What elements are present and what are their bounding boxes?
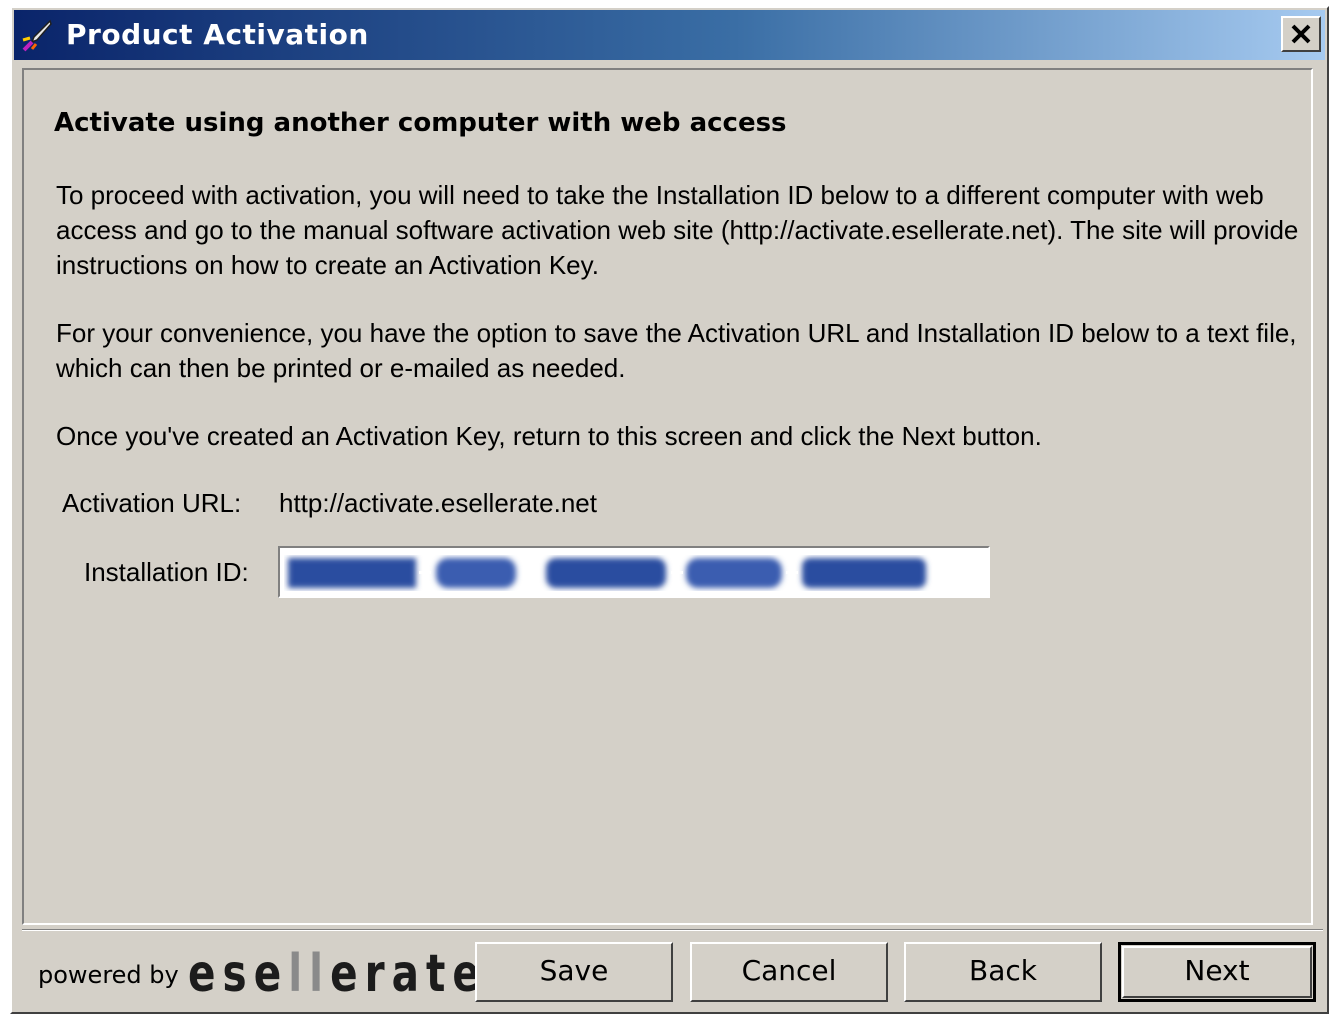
section-heading: Activate using another computer with web… [54,108,787,138]
redacted-installation-id [288,558,926,588]
product-activation-dialog: Product Activation Activate using anothe… [10,6,1329,1014]
rocket-icon [20,18,54,52]
window-title: Product Activation [66,18,369,51]
close-button[interactable] [1281,16,1321,52]
activation-url-label: Activation URL: [62,488,242,518]
footer-separator [22,929,1323,931]
powered-by-text: powered by [38,961,179,989]
activation-url-value[interactable]: http://activate.esellerate.net [279,488,597,519]
next-button[interactable]: Next [1118,942,1316,1002]
back-button[interactable]: Back [904,942,1102,1002]
esellerate-logo: esellerate [188,944,487,1004]
close-icon [1291,24,1311,44]
cancel-button[interactable]: Cancel [690,942,888,1002]
title-bar[interactable]: Product Activation [14,10,1325,60]
return-paragraph: Once you've created an Activation Key, r… [56,421,1042,451]
instructions-paragraph: To proceed with activation, you will nee… [56,180,1299,280]
content-panel: Activate using another computer with web… [22,68,1313,925]
save-button[interactable]: Save [475,942,673,1002]
installation-id-label: Installation ID: [84,557,249,587]
convenience-paragraph: For your convenience, you have the optio… [56,318,1297,383]
installation-id-field[interactable] [278,546,990,598]
